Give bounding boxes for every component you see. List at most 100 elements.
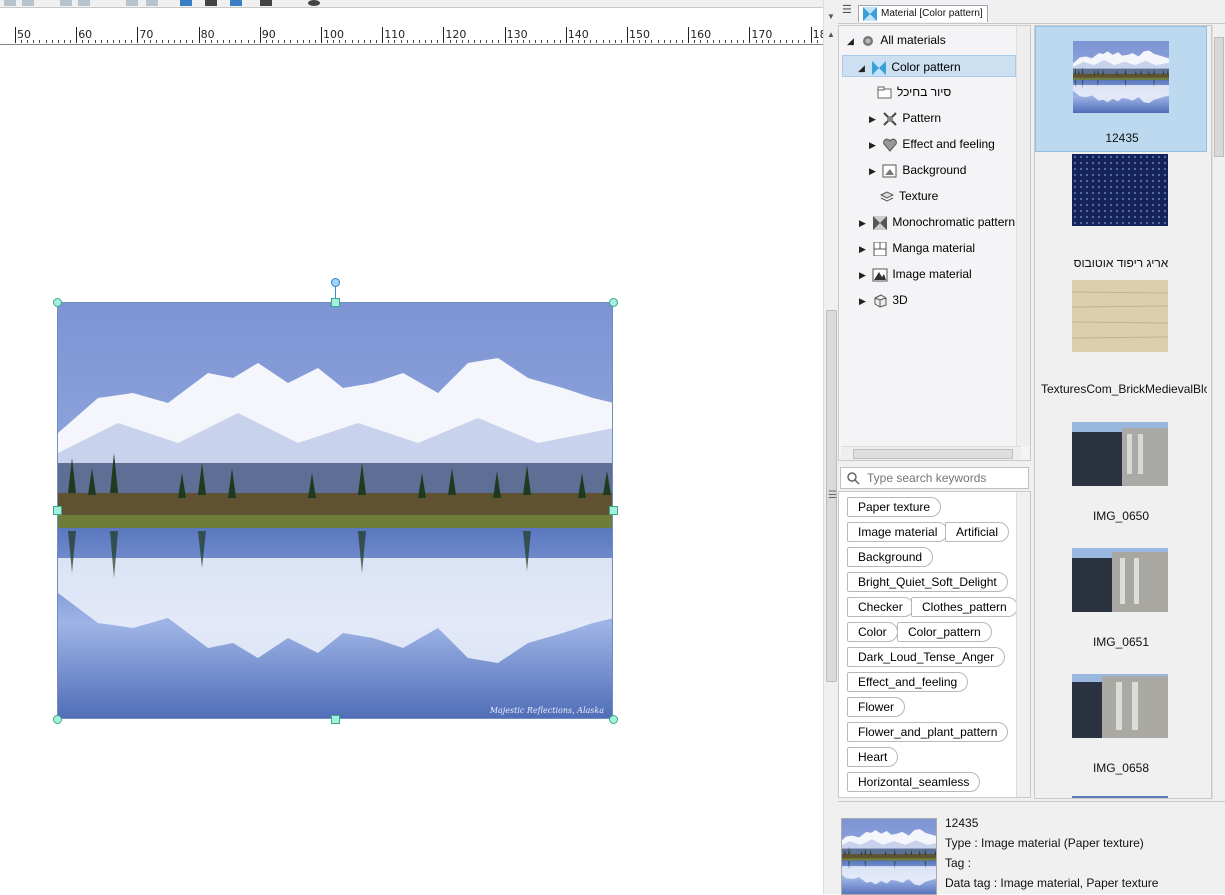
- cut-icon[interactable]: [60, 0, 72, 6]
- thumbnail-image: [1072, 548, 1168, 612]
- tree-item-manga-material[interactable]: ▶ Manga material: [859, 237, 975, 259]
- tree-item-effect-and-feeling[interactable]: ▶ Effect and feeling: [869, 133, 995, 155]
- ruler-minor-tick: [412, 40, 414, 43]
- collapsed-arrow-icon[interactable]: ▶: [869, 134, 879, 156]
- collapsed-arrow-icon[interactable]: ▶: [859, 238, 869, 260]
- panel-menu-icon[interactable]: ☰: [842, 3, 852, 16]
- ruler-minor-tick: [351, 40, 353, 43]
- tree-item-all-materials[interactable]: ◢ All materials: [847, 29, 946, 51]
- expanded-arrow-icon[interactable]: ◢: [847, 30, 857, 52]
- mountain-lake-photo[interactable]: Majestic Reflections, Alaska: [57, 302, 613, 719]
- ruler-minor-tick: [767, 40, 769, 43]
- redo-icon[interactable]: [22, 0, 34, 6]
- ruler-minor-tick: [186, 40, 188, 43]
- thumbnails-vertical-scrollbar[interactable]: [1212, 25, 1225, 799]
- tree-item-monochromatic-pattern[interactable]: ▶ Monochromatic pattern: [859, 211, 1015, 233]
- collapsed-arrow-icon[interactable]: ▶: [859, 290, 869, 312]
- horizontal-ruler: 5060708090100110120130140150160170180: [0, 27, 834, 45]
- expanded-arrow-icon[interactable]: ◢: [858, 57, 868, 79]
- tag-flower[interactable]: Flower: [847, 697, 906, 717]
- thumbnail-img-0650[interactable]: IMG_0650: [1035, 404, 1207, 530]
- ruler-minor-tick: [492, 40, 494, 43]
- ruler-minor-tick: [559, 40, 561, 43]
- resize-handle-bottom-right[interactable]: [609, 715, 618, 724]
- scroll-down-arrow-icon[interactable]: ▼: [827, 12, 835, 21]
- tag-dark-loud-tense-anger[interactable]: Dark_Loud_Tense_Anger: [847, 647, 1006, 667]
- tag-heart[interactable]: Heart: [847, 747, 899, 767]
- thumbnail-bus-upholstery[interactable]: אריג ריפוד אוטובוס: [1035, 152, 1207, 278]
- resize-handle-left[interactable]: [53, 506, 62, 515]
- scroll-thumb[interactable]: [1214, 37, 1224, 157]
- thumbnail-image: [1072, 674, 1168, 738]
- ruler-minor-tick: [131, 40, 133, 43]
- ruler-minor-tick: [88, 40, 90, 43]
- thumbnail-brick-medieval[interactable]: TexturesCom_BrickMedievalBlo: [1035, 278, 1207, 404]
- thumbnail-image: [1072, 280, 1168, 352]
- ruler-major-tick: [137, 27, 139, 43]
- rotate-handle[interactable]: [331, 278, 340, 287]
- detail-name: 12435: [945, 816, 979, 830]
- tree-item-background[interactable]: ▶ Background: [869, 159, 966, 181]
- copy-icon[interactable]: [78, 0, 90, 6]
- collapsed-arrow-icon[interactable]: ▶: [869, 108, 879, 130]
- color-pattern-icon: [872, 60, 887, 75]
- tree-item-folder[interactable]: סיור בחיכל: [877, 81, 951, 103]
- scroll-up-arrow-icon[interactable]: ▲: [827, 30, 835, 39]
- ruler-minor-tick: [363, 40, 365, 43]
- ruler-minor-tick: [786, 40, 788, 43]
- info-icon[interactable]: [308, 0, 320, 6]
- resize-handle-right[interactable]: [609, 506, 618, 515]
- tag-effect-and-feeling[interactable]: Effect_and_feeling: [847, 672, 969, 692]
- collapsed-arrow-icon[interactable]: ▶: [869, 160, 879, 182]
- tab-material-color-pattern[interactable]: Material [Color pattern]: [858, 5, 988, 22]
- tree-item-image-material[interactable]: ▶ Image material: [859, 263, 972, 285]
- tag-flower-and-plant-pattern[interactable]: Flower_and_plant_pattern: [847, 722, 1009, 742]
- resize-handle-top-right[interactable]: [609, 298, 618, 307]
- frame-icon[interactable]: [260, 0, 272, 6]
- canvas-vertical-scrollbar[interactable]: ▼ ▲ ☰: [823, 0, 838, 894]
- tag-checker[interactable]: Checker: [847, 597, 914, 617]
- ruler-minor-tick: [394, 40, 396, 43]
- tag-horizontal-seamless[interactable]: Horizontal_seamless: [847, 772, 981, 792]
- tree-vertical-scrollbar[interactable]: [1016, 26, 1030, 446]
- transform-icon[interactable]: [180, 0, 192, 6]
- collapsed-arrow-icon[interactable]: ▶: [859, 212, 869, 234]
- tag-clothes-pattern[interactable]: Clothes_pattern: [911, 597, 1018, 617]
- splitter-grip-icon[interactable]: ☰: [828, 490, 837, 501]
- ruler-major-tick: [443, 27, 445, 43]
- tag-bright-quiet-soft-delight[interactable]: Bright_Quiet_Soft_Delight: [847, 572, 1008, 592]
- tree-horizontal-scrollbar[interactable]: [841, 446, 1021, 460]
- tree-item-3d[interactable]: ▶ 3D: [859, 289, 908, 311]
- clear-icon[interactable]: [146, 0, 158, 6]
- search-box[interactable]: [840, 467, 1029, 489]
- thumbnail-img-0658[interactable]: IMG_0658: [1035, 656, 1207, 782]
- tag-image-material[interactable]: Image material: [847, 522, 949, 542]
- tags-vertical-scrollbar[interactable]: [1016, 492, 1030, 797]
- tree-item-color-pattern[interactable]: ◢ Color pattern: [842, 55, 1016, 77]
- thumbnail-img-0651[interactable]: IMG_0651: [1035, 530, 1207, 656]
- thumbnail-12435[interactable]: 12435: [1035, 26, 1207, 152]
- resize-handle-bottom[interactable]: [331, 715, 340, 724]
- toolbar-strip: [0, 0, 838, 8]
- tree-item-texture[interactable]: Texture: [879, 185, 938, 207]
- pattern-icon: [883, 112, 898, 126]
- resize-handle-top[interactable]: [331, 298, 340, 307]
- ruler-minor-tick: [63, 40, 65, 43]
- tag-color-pattern[interactable]: Color_pattern: [897, 622, 992, 642]
- thumbnail-caption: TexturesCom_BrickMedievalBlo: [1041, 382, 1207, 396]
- resize-handle-bottom-left[interactable]: [53, 715, 62, 724]
- tag-paper-texture[interactable]: Paper texture: [847, 497, 942, 517]
- layer-icon[interactable]: [205, 0, 217, 6]
- resize-handle-top-left[interactable]: [53, 298, 62, 307]
- tree-item-pattern[interactable]: ▶ Pattern: [869, 107, 941, 129]
- tag-color[interactable]: Color: [847, 622, 898, 642]
- tag-background[interactable]: Background: [847, 547, 934, 567]
- paste-icon[interactable]: [126, 0, 138, 6]
- scroll-thumb[interactable]: [853, 449, 1013, 459]
- search-input[interactable]: [865, 470, 1025, 486]
- panel-tab-bar: ☰ Material [Color pattern]: [838, 0, 1225, 24]
- tag-artificial[interactable]: Artificial: [945, 522, 1010, 542]
- undo-icon[interactable]: [4, 0, 16, 6]
- collapsed-arrow-icon[interactable]: ▶: [859, 264, 869, 286]
- ruler-icon[interactable]: [230, 0, 242, 6]
